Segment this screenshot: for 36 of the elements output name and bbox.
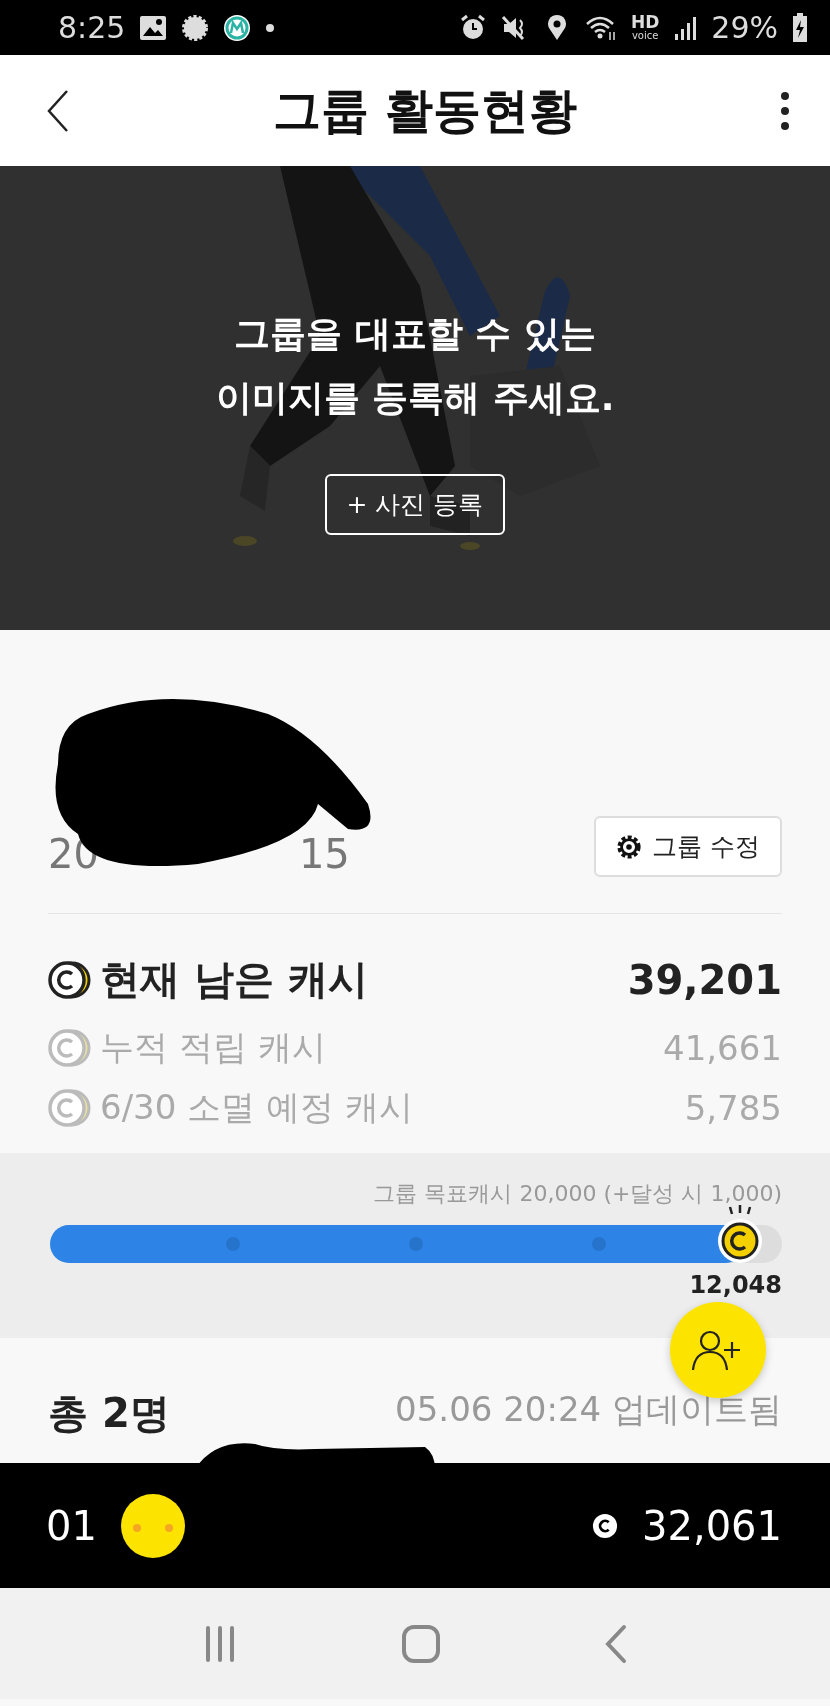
date-text: 15	[298, 831, 350, 877]
cash-amount: 39,201	[627, 956, 782, 1003]
member-total: 총 2명	[48, 1389, 170, 1438]
battery-percent: 29%	[711, 10, 778, 45]
updated-time: 05.06 20:24 업데이트됨	[395, 1388, 782, 1431]
coin-icon	[48, 959, 92, 1000]
app-icon	[223, 13, 252, 42]
hero-message: 그룹을 대표할 수 있는 이미지를 등록해 주세요.	[215, 311, 615, 420]
cash-amount: 41,661	[663, 1028, 782, 1068]
cash-label: 현재 남은 캐시	[100, 955, 368, 1004]
cash-label: 6/30 소멸 예정 캐시	[100, 1086, 413, 1129]
gear-icon	[181, 13, 210, 42]
image-icon	[139, 13, 168, 42]
edit-group-button[interactable]: 그룹 수정	[594, 816, 782, 877]
goal-amount: 12,048	[688, 1271, 782, 1299]
cash-label: 누적 적립 캐시	[100, 1026, 326, 1069]
cash-amount: 5,785	[684, 1088, 782, 1128]
alarm-icon	[458, 13, 487, 42]
coin-icon	[592, 1512, 619, 1539]
battery-icon	[792, 12, 808, 43]
back-icon[interactable]	[46, 88, 70, 133]
voice-label: voice	[631, 31, 659, 41]
add-photo-button[interactable]: + 사진 등록	[324, 473, 506, 535]
my-cash-amount: 32,061	[642, 1502, 782, 1549]
goal-caption: 그룹 목표캐시 20,000 (+달성 시 1,000)	[372, 1180, 782, 1208]
coin-icon	[48, 1088, 92, 1128]
dot-icon	[265, 22, 276, 33]
status-time: 8:25	[58, 10, 126, 45]
page-title: 그룹 활동현황	[272, 80, 578, 140]
gear-icon	[616, 833, 643, 860]
home-icon[interactable]	[401, 1623, 441, 1664]
coin-icon	[48, 1028, 92, 1068]
more-icon[interactable]	[780, 90, 790, 131]
avatar-icon	[120, 1493, 185, 1558]
rank-number: 01	[46, 1502, 97, 1549]
hd-label: HD	[630, 14, 660, 31]
